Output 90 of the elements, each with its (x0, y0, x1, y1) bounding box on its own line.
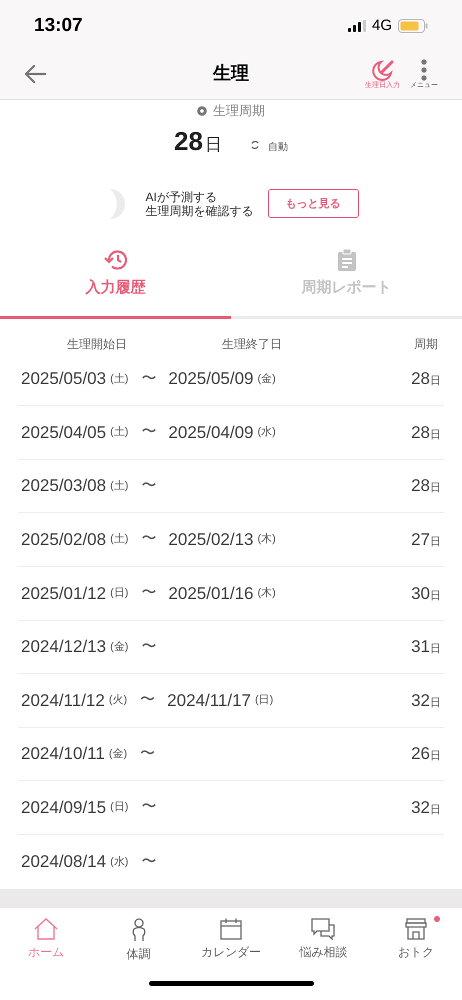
weekday-label: (木) (258, 532, 276, 548)
start-date: 2024/09/15 (21, 796, 106, 819)
weekday-label: (土) (110, 478, 128, 494)
weekday-label: (水) (110, 854, 128, 870)
cycle-days: 32 (411, 688, 430, 714)
more-vertical-icon (421, 58, 427, 81)
chat-bubbles-icon (311, 918, 336, 940)
home-icon (34, 918, 58, 940)
weekday-label: (金) (110, 640, 128, 655)
cycle-unit: 日 (204, 134, 222, 156)
shop-icon (404, 918, 427, 940)
day-unit: 日 (430, 802, 441, 818)
tilde-separator: 〜 (141, 476, 156, 496)
cycle-days: 27 (411, 526, 430, 552)
tilde-separator: 〜 (140, 690, 156, 710)
start-date: 2025/01/12 (21, 582, 106, 605)
cycle-days: 28 (411, 420, 430, 446)
cycle-days: 28 (411, 366, 430, 392)
day-unit: 日 (430, 534, 441, 550)
tilde-separator: 〜 (141, 852, 156, 872)
start-date: 2025/03/08 (21, 475, 106, 498)
tilde-separator: 〜 (141, 636, 156, 657)
end-date: 2025/05/09 (168, 368, 254, 390)
tilde-separator: 〜 (141, 583, 156, 604)
start-date: 2025/05/03 (21, 368, 106, 390)
end-date: 2025/04/09 (168, 422, 254, 444)
tilde-separator: 〜 (141, 368, 156, 389)
start-date: 2024/11/12 (21, 690, 105, 712)
cycle-days: 32 (411, 794, 430, 820)
day-unit: 日 (430, 588, 441, 604)
refresh-icon (250, 140, 260, 150)
nav-tab[interactable]: カレンダー (184, 918, 278, 966)
day-unit: 日 (430, 374, 441, 390)
nav-tab[interactable]: 悩み相談 (277, 918, 370, 966)
day-unit: 日 (430, 642, 441, 658)
cycle-days: 26 (411, 741, 430, 767)
weekday-label: (火) (108, 693, 128, 708)
column-header: 周期 (413, 336, 439, 353)
nav-tab[interactable]: 体調 (92, 918, 185, 966)
person-icon (130, 918, 147, 942)
nav-tab[interactable]: おトク (370, 918, 462, 966)
weekday-label: (土) (110, 372, 128, 387)
battery-icon (398, 19, 428, 34)
tilde-separator: 〜 (141, 422, 156, 442)
day-unit: 日 (430, 696, 441, 711)
weekday-label: (水) (258, 425, 276, 440)
weekday-label: (土) (110, 532, 128, 548)
tilde-separator: 〜 (140, 744, 156, 764)
weekday-label: (金) (258, 372, 276, 387)
cycle-days: 31 (411, 634, 430, 660)
cycle-label: 生理周期 (213, 102, 265, 120)
network-label: 4G (372, 16, 392, 36)
start-date: 2025/02/08 (21, 528, 106, 551)
signal-icon (348, 20, 366, 32)
back-arrow-icon[interactable] (24, 64, 46, 83)
end-date: 2025/01/16 (168, 582, 254, 605)
ai-prediction-text: 生理周期を確認する (146, 204, 254, 218)
cycle-days: 28 (411, 473, 430, 499)
moon-pencil-icon (370, 58, 394, 81)
end-date: 2024/11/17 (167, 690, 251, 712)
weekday-label: (日) (110, 586, 128, 602)
tilde-separator: 〜 (141, 797, 156, 818)
column-header: 生理開始日 (66, 336, 128, 353)
day-unit: 日 (430, 749, 441, 764)
status-time: 13:07 (34, 14, 83, 38)
start-date: 2025/04/05 (21, 422, 106, 444)
tilde-separator: 〜 (141, 529, 156, 550)
day-unit: 日 (430, 428, 441, 443)
mode-label: 自動 (268, 141, 288, 156)
start-date: 2024/12/13 (21, 636, 106, 658)
cycle-value: 28 (174, 125, 203, 158)
weekday-label: (日) (254, 693, 274, 708)
calendar-icon (220, 918, 242, 940)
start-date: 2024/10/11 (21, 743, 105, 766)
clipboard-icon (336, 249, 356, 272)
cycle-days: 30 (411, 580, 430, 606)
more-button[interactable]: もっと見る (268, 189, 358, 218)
weekday-label: (土) (110, 425, 128, 440)
weekday-label: (金) (108, 746, 128, 762)
ai-prediction-text: AIが予測する (146, 190, 218, 204)
weekday-label: (木) (258, 586, 276, 602)
start-date: 2024/08/14 (21, 851, 106, 874)
history-icon (104, 249, 128, 272)
column-header: 生理終了日 (221, 336, 283, 353)
page-title: 生理 (213, 62, 249, 86)
end-date: 2025/02/13 (168, 528, 254, 551)
tab[interactable]: 入力履歴 (0, 241, 231, 319)
weekday-label: (日) (110, 800, 128, 816)
drop-icon (197, 104, 207, 116)
day-unit: 日 (430, 481, 441, 496)
